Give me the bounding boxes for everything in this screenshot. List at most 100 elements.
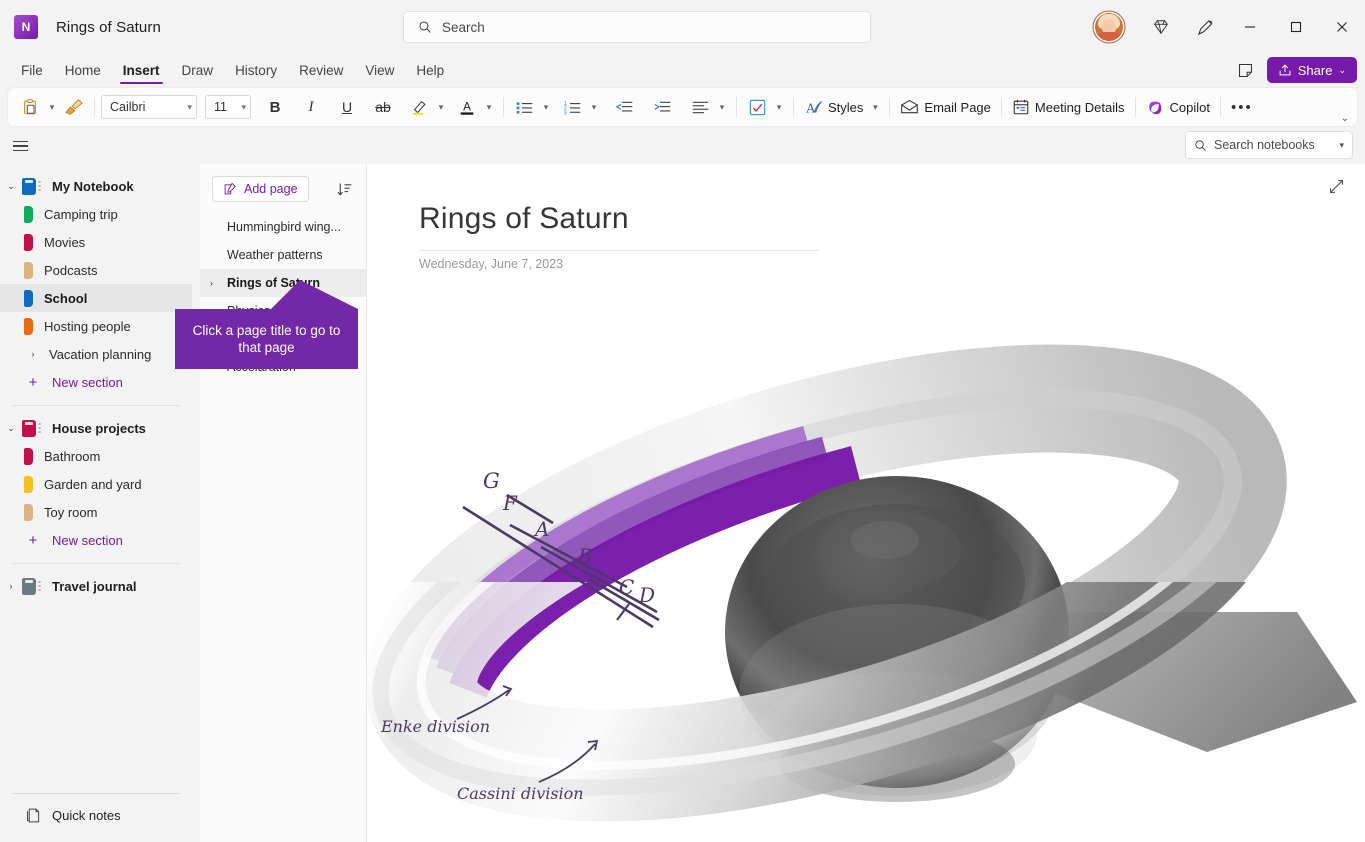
page-item-hummingbird-wing[interactable]: Hummingbird wing...: [200, 213, 366, 241]
tab-file[interactable]: File: [10, 54, 54, 86]
page-item-weather-patterns[interactable]: Weather patterns: [200, 241, 366, 269]
highlight-caret-icon[interactable]: ▾: [433, 102, 449, 113]
sidebar-section-toy-room[interactable]: Toy room: [0, 498, 192, 526]
font-color-button[interactable]: A: [453, 93, 481, 121]
format-painter-button[interactable]: [60, 93, 88, 121]
notebook-icon: [22, 578, 36, 595]
todo-tag-button[interactable]: [743, 93, 771, 121]
email-page-button[interactable]: Email Page: [896, 93, 994, 121]
chevron-right-icon[interactable]: ›: [22, 349, 44, 359]
close-button[interactable]: [1319, 0, 1365, 54]
sidebar-section-bathroom[interactable]: Bathroom: [0, 442, 192, 470]
sidebar-section-group-vacation-planning[interactable]: › Vacation planning: [0, 340, 192, 368]
meeting-details-button[interactable]: Meeting Details: [1008, 93, 1129, 121]
new-section-button-house-projects[interactable]: + New section: [0, 526, 192, 554]
styles-label: Styles: [823, 100, 863, 115]
sort-pages-icon: [336, 181, 353, 198]
search-notebooks-caret-icon[interactable]: ▾: [1339, 140, 1344, 151]
tab-review[interactable]: Review: [288, 54, 354, 86]
tags-caret-icon[interactable]: ▾: [771, 102, 787, 113]
new-section-label: New section: [52, 375, 123, 390]
sticky-notes-button[interactable]: [1231, 57, 1261, 83]
more-commands-button[interactable]: •••: [1227, 93, 1257, 121]
tab-help[interactable]: Help: [405, 54, 455, 86]
premium-diamond-button[interactable]: [1139, 9, 1183, 45]
sidebar-section-hosting-people[interactable]: Hosting people: [0, 312, 192, 340]
bullets-button[interactable]: [510, 93, 538, 121]
italic-button[interactable]: I: [297, 93, 325, 121]
decrease-indent-button[interactable]: [610, 93, 638, 121]
sidebar-section-garden-and-yard[interactable]: Garden and yard: [0, 470, 192, 498]
user-avatar[interactable]: [1095, 13, 1123, 41]
section-label: Bathroom: [44, 449, 100, 464]
annotation-label: Enke division: [380, 717, 490, 736]
bullets-caret-icon[interactable]: ▾: [538, 102, 554, 113]
font-name-select[interactable]: Cailbri ▾: [101, 95, 197, 119]
tab-home[interactable]: Home: [54, 54, 112, 86]
tab-view[interactable]: View: [354, 54, 405, 86]
sort-pages-button[interactable]: [332, 177, 356, 201]
paste-options-caret[interactable]: ▾: [44, 102, 60, 113]
tab-draw[interactable]: Draw: [171, 54, 225, 86]
styles-button[interactable]: A Styles: [800, 93, 867, 121]
paste-button[interactable]: [16, 93, 44, 121]
page-title[interactable]: Rings of Saturn: [419, 202, 629, 236]
quick-notes-button[interactable]: Quick notes: [0, 798, 192, 832]
notebook-header-my-notebook[interactable]: ⌄ My Notebook: [0, 172, 192, 200]
increase-indent-button[interactable]: [648, 93, 676, 121]
notebook-header-house-projects[interactable]: ⌄ House projects: [0, 414, 192, 442]
titlebar-right-controls: [1095, 0, 1365, 54]
ink-pen-button[interactable]: [1183, 9, 1227, 45]
bold-button[interactable]: B: [261, 93, 289, 121]
strikethrough-button[interactable]: ab: [369, 93, 397, 121]
toolbar-divider-8: [1220, 97, 1221, 117]
tab-history[interactable]: History: [224, 54, 288, 86]
underline-button[interactable]: U: [333, 93, 361, 121]
align-caret-icon[interactable]: ▾: [714, 102, 730, 113]
page-list-header: Add page: [200, 164, 366, 202]
tab-insert[interactable]: Insert: [112, 54, 171, 86]
share-button[interactable]: Share ⌄: [1267, 57, 1357, 83]
styles-caret-icon[interactable]: ▾: [867, 102, 883, 113]
notebook-header-travel-journal[interactable]: › Travel journal: [0, 572, 192, 600]
font-color-caret-icon[interactable]: ▾: [481, 102, 497, 113]
coach-tooltip-callout: Click a page title to go to that page: [175, 309, 358, 369]
align-button[interactable]: [686, 93, 714, 121]
new-section-label: New section: [52, 533, 123, 548]
increase-indent-icon: [653, 99, 672, 116]
page-list-panel[interactable]: Add page Hummingbird wing... Weather pat…: [200, 164, 367, 842]
sidebar-section-movies[interactable]: Movies: [0, 228, 192, 256]
expand-page-button[interactable]: [1328, 178, 1345, 200]
chevron-down-icon[interactable]: ⌄: [0, 423, 22, 434]
new-section-button-my-notebook[interactable]: + New section: [0, 368, 192, 396]
search-notebooks-input[interactable]: Search notebooks ▾: [1185, 131, 1353, 159]
highlight-button[interactable]: [405, 93, 433, 121]
toolbar-expand-caret[interactable]: ⌄: [1341, 113, 1349, 126]
search-input[interactable]: Search: [403, 11, 871, 43]
section-label: Hosting people: [44, 319, 131, 334]
numbering-caret-icon[interactable]: ▾: [586, 102, 602, 113]
maximize-button[interactable]: [1273, 0, 1319, 54]
hamburger-menu-icon[interactable]: [6, 132, 34, 160]
sidebar-section-camping-trip[interactable]: Camping trip: [0, 200, 192, 228]
chevron-right-icon[interactable]: ›: [0, 581, 22, 591]
toolbar-divider-5: [889, 97, 890, 117]
font-size-select[interactable]: 11 ▾: [205, 95, 251, 119]
saturn-rings-diagram[interactable]: G F A B C D Enke division Cassini divisi…: [367, 282, 1365, 842]
notebook-spine-dots: [38, 581, 44, 592]
copilot-button[interactable]: Copilot: [1142, 93, 1214, 121]
add-page-button[interactable]: Add page: [212, 176, 309, 202]
sidebar-section-podcasts[interactable]: Podcasts: [0, 256, 192, 284]
chevron-down-icon[interactable]: ⌄: [0, 181, 22, 192]
callout-tail-left: [271, 280, 300, 309]
toolbar-divider-2: [503, 97, 504, 117]
paragraph-group: ▾ 1 2 3 ▾: [510, 88, 730, 126]
notebook-spine-dots: [38, 423, 44, 434]
notebook-sidebar[interactable]: ⌄ My Notebook Camping trip Movies Podcas…: [0, 164, 192, 842]
chevron-right-icon[interactable]: ›: [210, 278, 224, 288]
sidebar-section-school[interactable]: School: [0, 284, 192, 312]
hamburger-line-2: [13, 145, 28, 147]
minimize-button[interactable]: [1227, 0, 1273, 54]
page-content-area[interactable]: Rings of Saturn Wednesday, June 7, 2023: [367, 164, 1365, 842]
numbering-button[interactable]: 1 2 3: [558, 93, 586, 121]
